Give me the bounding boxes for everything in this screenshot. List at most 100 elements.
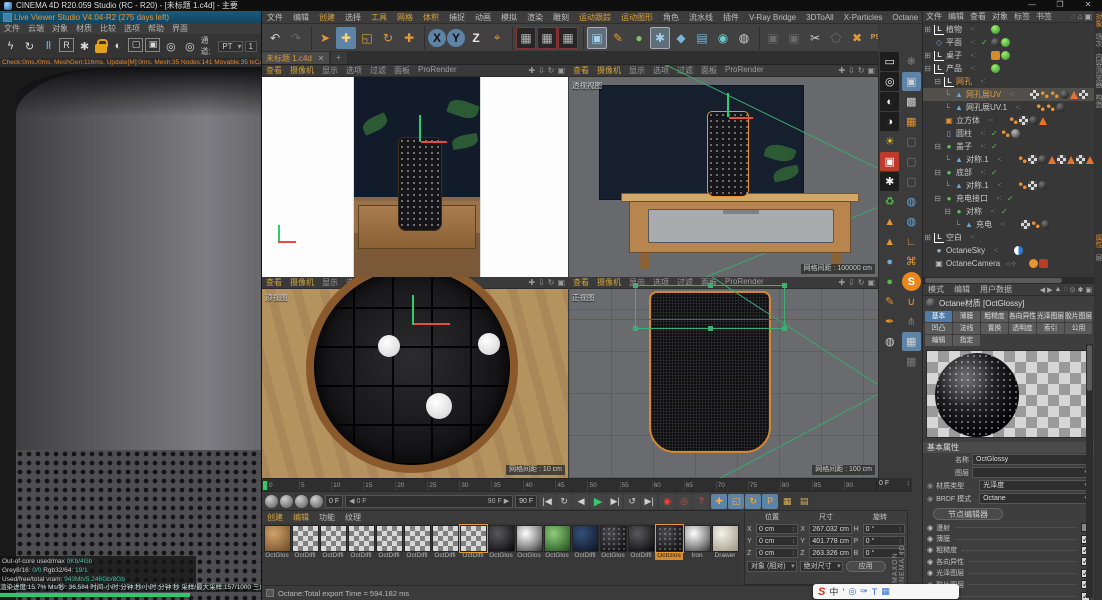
octane-target-icon[interactable]: ◎	[880, 72, 900, 91]
redo-icon[interactable]: ↷	[286, 27, 306, 49]
object-name[interactable]: 网孔展UV	[966, 89, 1001, 100]
sphere-dark-tag[interactable]	[1056, 103, 1066, 112]
material-thumbnail[interactable]	[291, 525, 319, 552]
object-tree-row[interactable]: └ ▲ 对称.1 ▫:	[923, 179, 1094, 192]
grid-orange-icon[interactable]: ▦	[902, 112, 921, 131]
material-thumbnail[interactable]	[319, 525, 347, 552]
object-tree-row[interactable]: ◇ 平面 ▫: ✓	[923, 36, 1094, 49]
deformers-icon[interactable]: ✱	[650, 26, 670, 49]
dots-tag[interactable]	[1036, 103, 1046, 112]
apply-button[interactable]: 应用	[845, 561, 886, 572]
attribute-tab[interactable]: 各向异性	[1009, 311, 1036, 322]
key-parameter-icon[interactable]: P	[762, 493, 779, 509]
material-item[interactable]: Drawer	[711, 525, 739, 560]
dock-tab[interactable]: 构造	[1094, 94, 1102, 108]
attribute-tab[interactable]: 光泽图层	[1037, 311, 1064, 322]
checker-tag[interactable]	[1027, 181, 1037, 190]
menu-item[interactable]: 动画	[470, 12, 496, 23]
material-item[interactable]: OctGlos	[654, 524, 684, 560]
menu-item[interactable]: 选择	[340, 12, 366, 23]
rotate-tool-icon[interactable]: ↻	[378, 27, 398, 49]
gizmo-x-axis[interactable]	[729, 117, 753, 119]
material-thumbnail[interactable]	[515, 525, 543, 552]
menu-item[interactable]: 流水线	[684, 12, 718, 23]
oct-red-tag[interactable]	[1039, 259, 1049, 268]
object-tree-row[interactable]: └ ▲ 网孔展UV.1 ▫:	[923, 101, 1094, 114]
material-item[interactable]: OctDiffi	[347, 525, 375, 560]
ime-skin-icon[interactable]: T	[872, 587, 878, 597]
material-thumbnail[interactable]	[543, 525, 571, 552]
attribute-tab[interactable]: 索引	[1037, 323, 1064, 334]
sphere-add-icon[interactable]: ◍	[880, 332, 899, 351]
rotation-input[interactable]: 0 °	[862, 524, 905, 534]
orbit-icon[interactable]: ↻	[858, 66, 865, 75]
key-rotation-icon[interactable]: ↻	[745, 493, 762, 509]
om-home-icon[interactable]: ⌂	[1078, 12, 1083, 21]
viewport-menu-item[interactable]: 摄像机	[286, 65, 318, 76]
layer-dropdown[interactable]	[972, 467, 1090, 478]
pick-focus-icon[interactable]: ◎	[162, 38, 179, 55]
pan-icon[interactable]: ✚	[838, 66, 845, 75]
gizmo-y-axis[interactable]	[412, 295, 414, 325]
object-name[interactable]: 网孔	[956, 76, 972, 87]
model-mode-icon[interactable]: ▣	[763, 27, 783, 49]
material-menu-item[interactable]: 功能	[314, 512, 340, 523]
live-viewer-menu-item[interactable]: 对象	[48, 23, 72, 34]
keyframe-ball-3-icon[interactable]	[295, 494, 308, 508]
expand-icon[interactable]: └	[943, 181, 952, 190]
size-mode-dropdown[interactable]: 绝对尺寸	[799, 561, 843, 572]
s-badge-icon[interactable]: S	[901, 272, 921, 291]
viewport-menu-item[interactable]: ProRender	[721, 65, 768, 76]
enabled-check[interactable]: ✓	[981, 38, 990, 47]
material-item[interactable]: OctDiffi	[458, 524, 488, 560]
dolly-icon[interactable]: ⇩	[848, 66, 855, 75]
object-name[interactable]: OctaneCamera	[946, 259, 1000, 268]
coord-mode-dropdown[interactable]: 对象 (相对)	[747, 561, 797, 572]
maximize-button[interactable]: ❐	[1046, 0, 1074, 11]
visibility-dots[interactable]: ▫:	[975, 169, 991, 176]
viewport-menu-item[interactable]: 显示	[625, 65, 649, 76]
daylight-icon[interactable]: ☀	[880, 132, 899, 151]
octane-live-viewer-window[interactable]: Live Viewer Studio V4.04-R2 (275 days le…	[0, 11, 262, 600]
light-icon[interactable]: ◍	[734, 27, 754, 49]
object-tree-row[interactable]: ⊟ ● 对称 ▫: ✓	[923, 205, 1094, 218]
viewport-menu-item[interactable]: 摄像机	[286, 277, 318, 288]
corner-icon[interactable]: ∟	[902, 232, 921, 251]
dots-tag[interactable]	[1040, 90, 1050, 99]
menu-item[interactable]: 网格	[392, 12, 418, 23]
half-blue-tag[interactable]	[1014, 246, 1024, 255]
knife-tool-icon[interactable]: ✂	[805, 27, 825, 49]
material-item[interactable]: OctGlos	[543, 525, 571, 560]
dolly-icon[interactable]: ⇩	[538, 278, 545, 287]
viewport-camera[interactable]: 查看 摄像机 显示 选项 过滤 面板 ProRender ✚ ⇩ ↻ ▣	[262, 65, 568, 277]
close-button[interactable]: ✕	[1074, 0, 1102, 11]
pan-icon[interactable]: ✚	[528, 66, 535, 75]
cube-checker-icon[interactable]: ▩	[902, 92, 921, 111]
menu-item[interactable]: X-Particles	[839, 13, 888, 22]
object-manager-menu-item[interactable]: 书签	[1033, 11, 1055, 22]
object-tree-row[interactable]: ● OctaneSky ▫:	[923, 244, 1094, 257]
attr-lock-icon[interactable]: ⊙	[1070, 286, 1076, 294]
visibility-dots[interactable]: ▫:	[975, 143, 991, 150]
attribute-scrollbar[interactable]	[1086, 344, 1093, 598]
object-manager-hscrollbar[interactable]	[923, 277, 1094, 284]
octane-settings-icon[interactable]: ✱	[880, 172, 900, 191]
nib-icon[interactable]: ✒	[880, 312, 899, 331]
size-input[interactable]: 267.032 cm	[809, 524, 852, 534]
checker-tag[interactable]	[1075, 155, 1085, 164]
timeline-panel-icon[interactable]: ▤	[796, 493, 813, 509]
checker-tag[interactable]	[1056, 155, 1066, 164]
material-thumbnail[interactable]	[599, 525, 627, 552]
expand-icon[interactable]: └	[943, 103, 952, 112]
cube-a-icon[interactable]: ▢	[902, 132, 921, 151]
position-input[interactable]: 0 cm	[756, 548, 799, 558]
livedb-icon[interactable]: ♻	[880, 192, 899, 211]
dot-green-tag[interactable]	[991, 64, 1000, 73]
sphere-dark-tag[interactable]	[1037, 181, 1047, 190]
lock-resolution-icon[interactable]	[95, 38, 109, 53]
object-tree-row[interactable]: ⊟ ● 底部 ▫: ✓	[923, 166, 1094, 179]
material-thumbnail[interactable]	[683, 525, 711, 552]
goto-start-icon[interactable]: |◀	[539, 493, 556, 509]
object-tree-row[interactable]: ⊟ L 产品 ▫:	[923, 62, 1094, 75]
volume-icon[interactable]: ◆	[671, 27, 691, 49]
